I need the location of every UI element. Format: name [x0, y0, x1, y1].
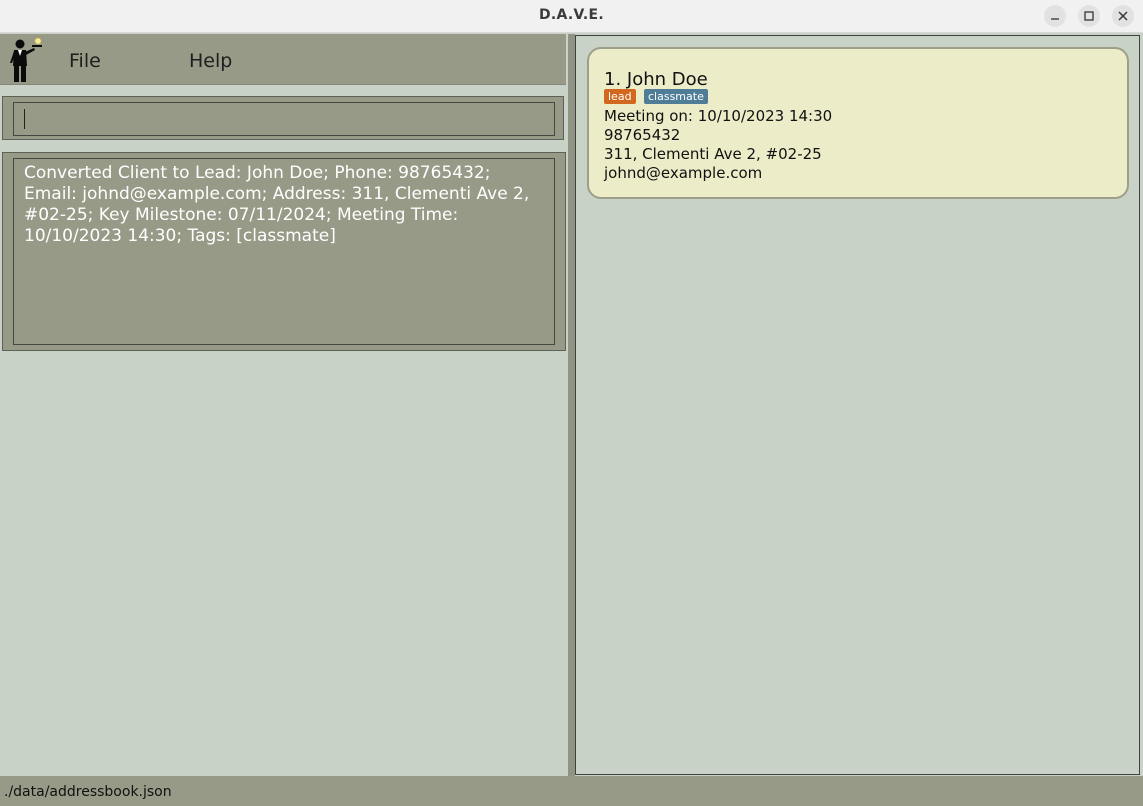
person-name: 1. John Doe — [604, 69, 708, 90]
person-list-panel: 1. John Doe lead classmate Meeting on: 1… — [575, 35, 1140, 775]
split-pane-divider[interactable] — [568, 34, 575, 776]
window-titlebar: D.A.V.E. — [0, 0, 1143, 33]
person-address: 311, Clementi Ave 2, #02-25 — [604, 145, 822, 163]
command-box — [2, 96, 564, 140]
window-title: D.A.V.E. — [539, 7, 604, 23]
close-icon[interactable] — [1112, 5, 1134, 27]
butler-icon — [4, 36, 46, 84]
status-bar: ./data/addressbook.json — [0, 776, 1143, 806]
save-location: ./data/addressbook.json — [4, 784, 172, 800]
result-display: Converted Client to Lead: John Doe; Phon… — [13, 158, 555, 345]
text-caret — [24, 109, 25, 129]
menu-file[interactable]: File — [69, 50, 101, 72]
tag-lead: lead — [604, 89, 636, 104]
left-pane: File Help Converted Client to Lead: John… — [0, 34, 568, 776]
command-input[interactable] — [13, 102, 555, 136]
menu-bar: File Help — [0, 34, 566, 85]
result-display-panel: Converted Client to Lead: John Doe; Phon… — [2, 152, 566, 351]
maximize-icon[interactable] — [1078, 5, 1100, 27]
tag-classmate: classmate — [644, 89, 708, 104]
person-phone: 98765432 — [604, 126, 681, 144]
menu-help[interactable]: Help — [189, 50, 232, 72]
person-card[interactable]: 1. John Doe lead classmate Meeting on: 1… — [587, 47, 1129, 199]
minimize-icon[interactable] — [1044, 5, 1066, 27]
person-meeting: Meeting on: 10/10/2023 14:30 — [604, 107, 833, 125]
person-email: johnd@example.com — [604, 164, 763, 182]
